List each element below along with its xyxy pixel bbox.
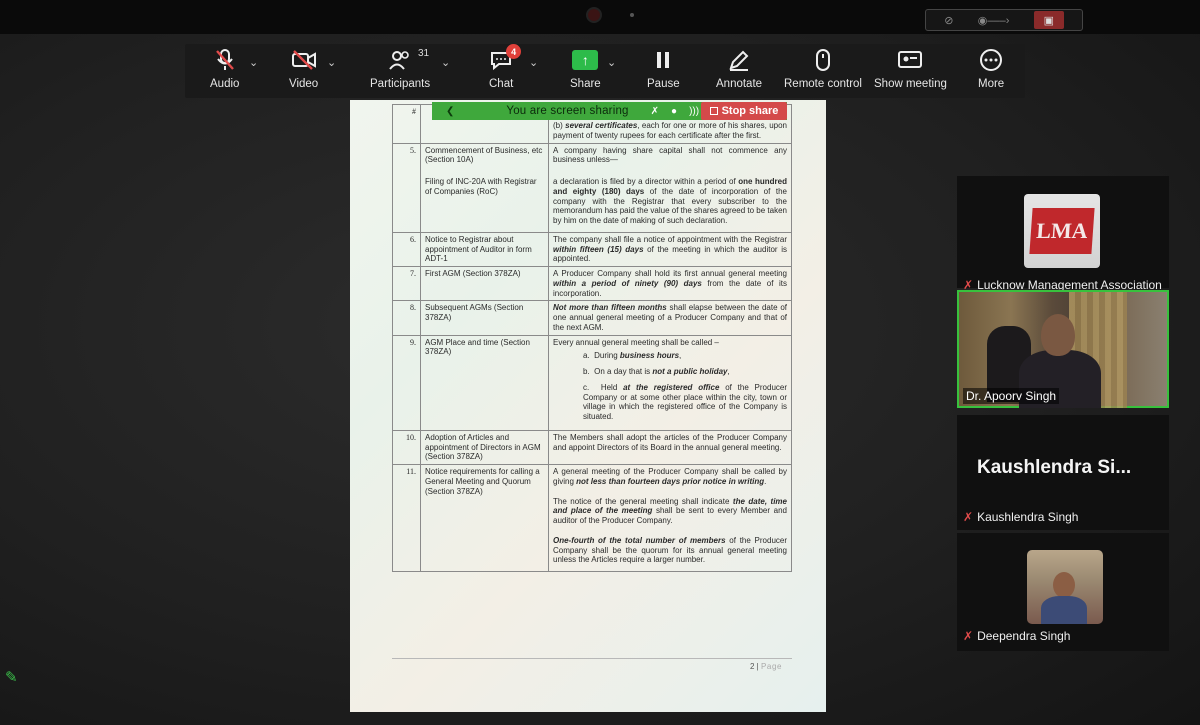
webcam: [586, 7, 602, 23]
table-row: 8. Subsequent AGMs (Section 378ZA) Not m…: [392, 300, 792, 336]
org-logo: LMA: [1024, 194, 1100, 268]
participant-tile[interactable]: ✗ Deependra Singh: [957, 533, 1169, 651]
chat-icon: 4: [489, 44, 522, 74]
row-number: 11.: [392, 464, 421, 572]
share-button[interactable]: ↑ Share: [570, 46, 601, 90]
person-head: [1041, 314, 1075, 356]
share-options-chevron-icon[interactable]: ⌄: [607, 56, 616, 69]
pencil-icon: [727, 46, 751, 74]
document-table: # (b) several certificates, each for one…: [392, 104, 792, 572]
camera-icon: ▣: [1033, 11, 1064, 29]
row-topic: Subsequent AGMs (Section 378ZA): [420, 300, 549, 336]
row-rule: Every annual general meeting shall be ca…: [548, 334, 792, 431]
participants-options-chevron-icon[interactable]: ⌄: [441, 56, 450, 69]
participant-name: Dr. Apoorv Singh: [963, 388, 1060, 404]
mouse-icon: [814, 46, 832, 74]
mic-muted-icon: ✗: [963, 510, 974, 524]
avatar: [1027, 550, 1103, 624]
table-row: 10. Adoption of Articles and appointment…: [392, 429, 792, 466]
table-row: 5. Commencement of Business, etc (Sectio…: [392, 142, 792, 233]
annotate-button[interactable]: Annotate: [716, 46, 762, 90]
row-topic: Adoption of Articles and appointment of …: [420, 429, 549, 466]
audio-options-chevron-icon[interactable]: ⌄: [249, 56, 258, 69]
row-rule: A company having share capital shall not…: [548, 142, 792, 233]
list-item: c. Held at the registered office of the …: [583, 382, 788, 421]
participant-display-name: Kaushlendra Si...: [977, 457, 1132, 478]
more-icon: [979, 46, 1003, 74]
share-screen-icon: ↑: [572, 50, 599, 70]
show-meeting-icon: [897, 46, 923, 74]
chat-options-chevron-icon[interactable]: ⌄: [529, 56, 538, 69]
row-topic: Notice to Registrar about appointment of…: [420, 231, 549, 268]
row-rule: Not more than fifteen months shall elaps…: [548, 300, 792, 336]
row-number: 5.: [392, 142, 421, 233]
row-number: 6.: [392, 231, 421, 268]
show-meeting-button[interactable]: Show meeting: [874, 46, 947, 90]
table-row: 7. First AGM (Section 378ZA) A Producer …: [392, 265, 792, 302]
participant-name: ✗ Deependra Singh: [963, 629, 1071, 643]
monitor-screen: ⊘ ◉‒‒‒› ▣ Audio ⌄ Video ⌄ Participants 3…: [0, 0, 1200, 725]
table-row: 11. Notice requirements for calling a Ge…: [392, 464, 792, 572]
participant-tile[interactable]: Kaushlendra Si... ✗ Kaushlendra Singh: [957, 415, 1169, 530]
row-rule: The company shall file a notice of appoi…: [548, 231, 792, 268]
avatar-body: [1041, 596, 1087, 624]
video-off-icon: [291, 46, 317, 74]
table-row: 9. AGM Place and time (Section 378ZA) Ev…: [392, 334, 792, 431]
row-number: #: [392, 104, 421, 144]
slider-icon: ◉‒‒‒›: [977, 14, 1010, 27]
row-topic: Notice requirements for calling a Genera…: [420, 464, 549, 572]
participant-name: ✗ Kaushlendra Singh: [963, 510, 1079, 524]
shield-icon[interactable]: ●: [671, 106, 677, 117]
participant-tile-org[interactable]: LMA ✗ Lucknow Management Association: [957, 176, 1169, 292]
row-rule: A Producer Company shall hold its first …: [548, 265, 792, 302]
row-number: 7.: [392, 265, 421, 302]
mic-muted-icon: ✗: [963, 629, 974, 643]
row-topic: AGM Place and time (Section 378ZA): [420, 334, 549, 431]
chat-button[interactable]: 4 Chat: [489, 44, 522, 90]
annotation-pencil-icon[interactable]: ✎: [5, 668, 18, 686]
row-rule: The Members shall adopt the articles of …: [548, 429, 792, 466]
participants-icon: [388, 46, 412, 74]
video-options-chevron-icon[interactable]: ⌄: [327, 56, 336, 69]
mic-muted-icon[interactable]: ✗: [651, 106, 659, 117]
mic-muted-icon: [214, 46, 236, 74]
video-button[interactable]: Video: [289, 46, 318, 90]
row-number: 10.: [392, 429, 421, 466]
webcam-indicator: [630, 13, 634, 17]
row-number: 9.: [392, 334, 421, 431]
stop-share-button[interactable]: Stop share: [701, 102, 787, 120]
avatar-head: [1053, 572, 1075, 598]
row-topic: Commencement of Business, etc (Section 1…: [420, 142, 549, 233]
pause-share-button[interactable]: Pause: [647, 46, 680, 90]
participants-count: 31: [418, 48, 430, 59]
more-button[interactable]: More: [978, 46, 1004, 90]
remote-control-button[interactable]: Remote control: [784, 46, 862, 90]
table-row: 6. Notice to Registrar about appointment…: [392, 231, 792, 268]
pause-icon: [655, 46, 671, 74]
participant-tile-active-speaker[interactable]: Dr. Apoorv Singh: [957, 290, 1169, 408]
camera-privacy-indicator: ⊘ ◉‒‒‒› ▣: [925, 9, 1083, 31]
audio-button[interactable]: Audio: [210, 46, 239, 90]
drag-handle-icon[interactable]: ❮: [446, 106, 454, 117]
stop-icon: [709, 107, 718, 115]
list-item: a. During business hours,: [583, 351, 682, 361]
row-topic: First AGM (Section 378ZA): [420, 265, 549, 302]
list-item: b. On a day that is not a public holiday…: [583, 367, 730, 376]
camera-off-icon: ⊘: [944, 14, 954, 27]
shared-document: # (b) several certificates, each for one…: [350, 100, 826, 712]
row-rule: A general meeting of the Producer Compan…: [548, 464, 792, 572]
signal-icon[interactable]: ))): [689, 106, 699, 117]
footer-divider: [392, 658, 792, 659]
page-number: 2 | Page: [750, 662, 783, 671]
row-number: 8.: [392, 300, 421, 336]
